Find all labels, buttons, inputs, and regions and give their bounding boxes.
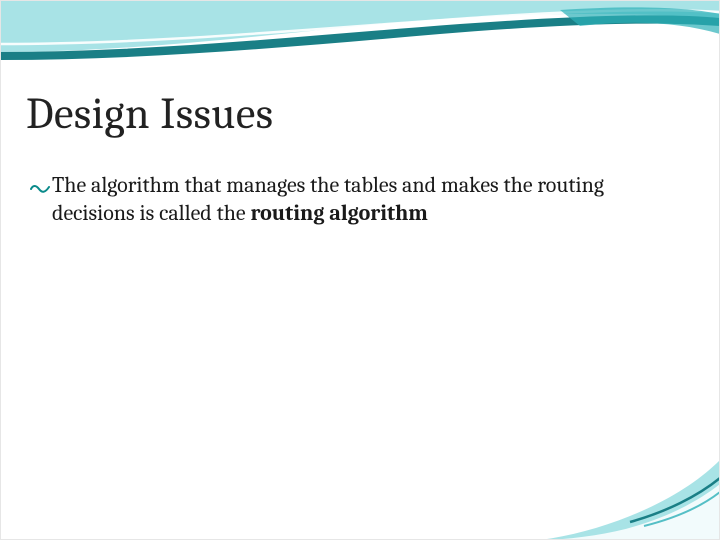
bullet-item: The algorithm that manages the tables an… <box>30 172 680 227</box>
wave-bullet-icon <box>30 174 52 202</box>
bullet-bold-term: routing algorithm <box>250 200 427 226</box>
slide-title: Design Issues <box>26 88 274 139</box>
bullet-text: The algorithm that manages the tables an… <box>52 172 680 227</box>
top-wave-decoration <box>0 0 720 80</box>
slide-border <box>0 0 720 540</box>
slide-body: The algorithm that manages the tables an… <box>30 172 680 227</box>
bottom-right-wave-decoration <box>540 420 720 540</box>
slide: Design Issues The algorithm that manages… <box>0 0 720 540</box>
